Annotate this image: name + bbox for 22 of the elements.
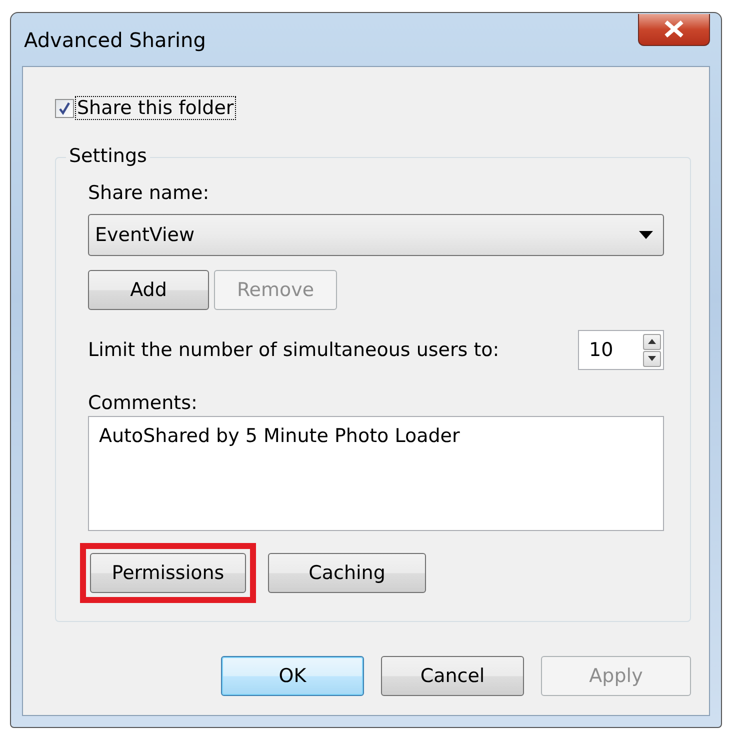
close-icon: [663, 20, 685, 38]
window-title: Advanced Sharing: [23, 28, 206, 52]
field-label: Comments:: [88, 392, 198, 414]
button[interactable]: Permissions: [90, 553, 246, 593]
share-name-dropdown[interactable]: EventView: [88, 214, 664, 256]
button[interactable]: OK: [221, 656, 364, 696]
button[interactable]: Cancel: [381, 656, 524, 696]
checkbox-label[interactable]: Share this folder: [76, 97, 235, 119]
share-checkbox[interactable]: [55, 98, 74, 118]
field-label: Limit the number of simultaneous users to:: [88, 339, 500, 361]
user-limit-spinner[interactable]: 10: [578, 330, 664, 370]
down-arrow-icon: [648, 356, 656, 361]
up-arrow-icon: [648, 339, 656, 344]
button[interactable]: Caching: [268, 553, 426, 593]
group-title: Settings: [66, 145, 150, 167]
close-button[interactable]: [638, 14, 710, 46]
comments-field[interactable]: AutoShared by 5 Minute Photo Loader: [88, 416, 664, 531]
dropdown-arrow-icon: [639, 231, 653, 239]
button[interactable]: Add: [88, 270, 209, 310]
field-label: Share name:: [88, 182, 210, 204]
spin-up-button[interactable]: [643, 334, 661, 350]
spin-down-button[interactable]: [643, 350, 661, 366]
